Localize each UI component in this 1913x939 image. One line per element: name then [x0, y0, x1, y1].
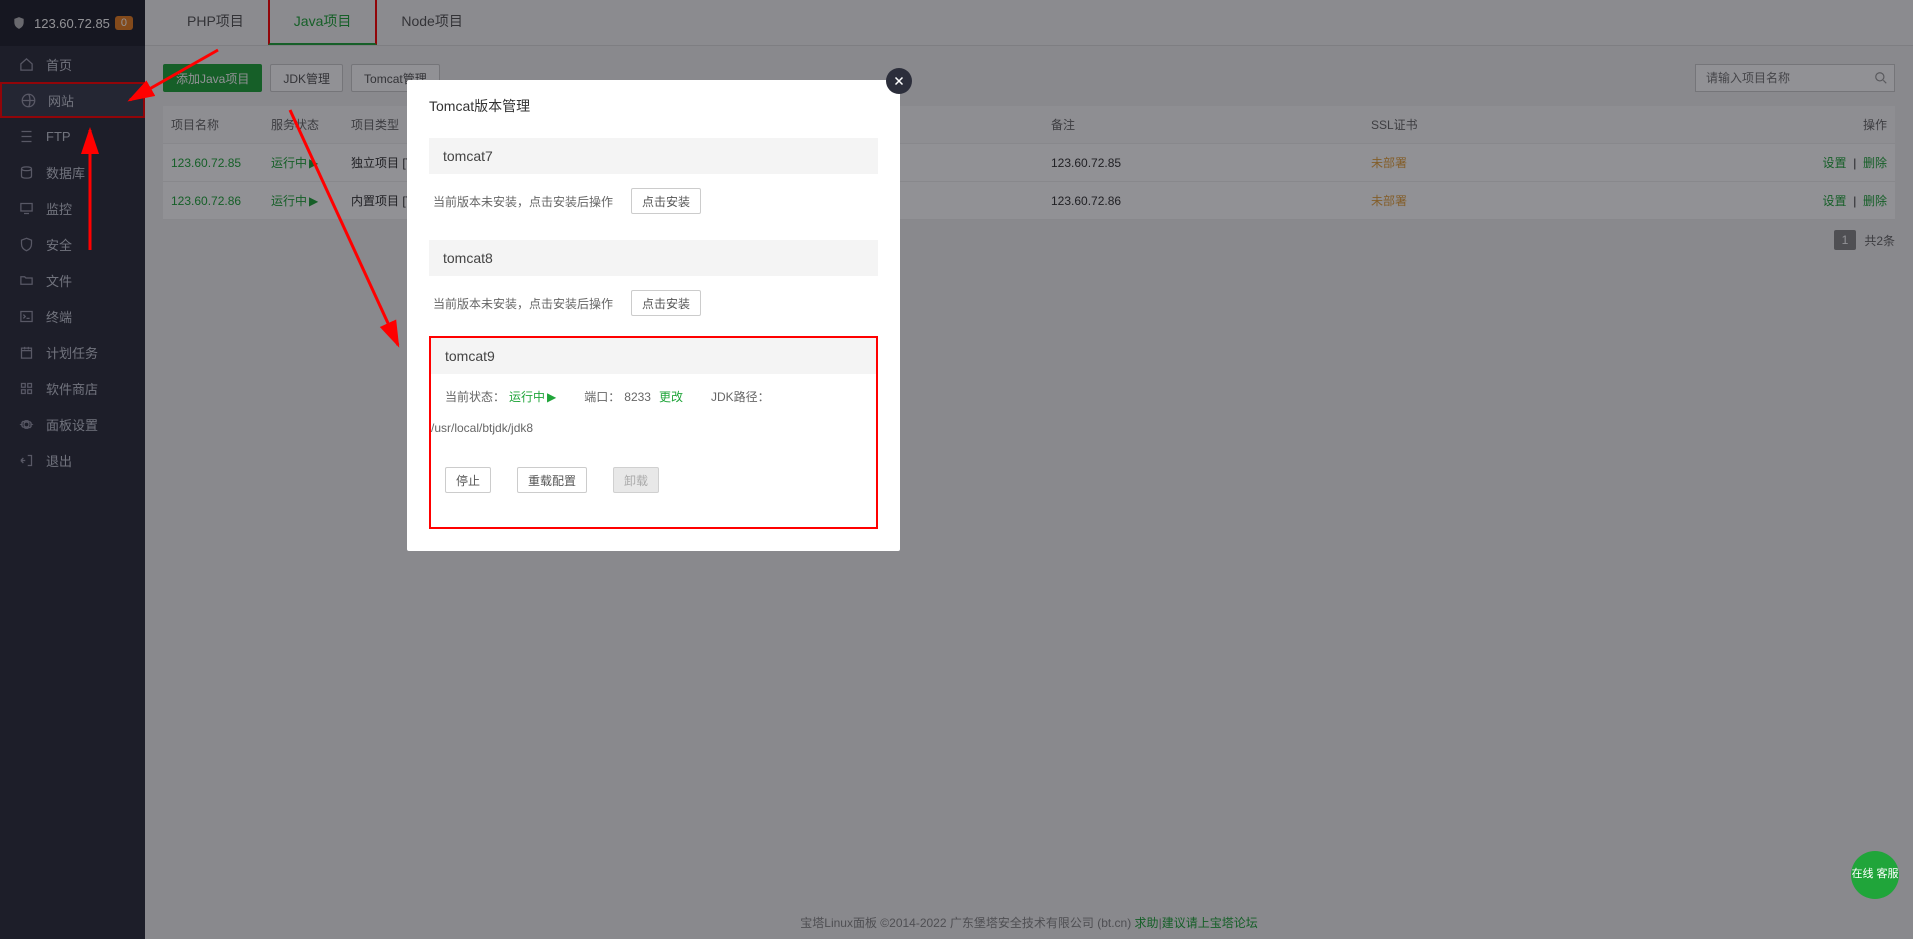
- modal-title: Tomcat版本管理: [407, 80, 900, 132]
- close-icon: [893, 75, 905, 87]
- tomcat9-port-value: 8233: [624, 390, 651, 404]
- tomcat7-block: tomcat7 当前版本未安装，点击安装后操作 点击安装: [429, 138, 878, 234]
- tomcat7-install-button[interactable]: 点击安装: [631, 188, 701, 214]
- tomcat8-block: tomcat8 当前版本未安装，点击安装后操作 点击安装: [429, 240, 878, 336]
- tomcat7-header: tomcat7: [429, 138, 878, 174]
- tomcat9-jdk-value: /usr/local/btjdk/jdk8: [431, 421, 533, 435]
- modal-overlay[interactable]: [0, 0, 1913, 939]
- tomcat9-port-change[interactable]: 更改: [659, 388, 683, 405]
- tomcat8-header: tomcat8: [429, 240, 878, 276]
- tomcat9-reload-button[interactable]: 重载配置: [517, 467, 587, 493]
- tomcat9-stop-button[interactable]: 停止: [445, 467, 491, 493]
- tomcat9-block: tomcat9 当前状态： 运行中▶ 端口： 8233 更改 JDK路径： /u…: [429, 336, 878, 529]
- tomcat9-jdk-label: JDK路径：: [711, 388, 770, 405]
- tomcat9-header: tomcat9: [431, 338, 876, 374]
- tomcat8-hint: 当前版本未安装，点击安装后操作: [433, 295, 613, 312]
- tomcat9-port-label: 端口：: [584, 388, 620, 405]
- tomcat8-install-button[interactable]: 点击安装: [631, 290, 701, 316]
- tomcat9-uninstall-button[interactable]: 卸载: [613, 467, 659, 493]
- tomcat-version-modal: Tomcat版本管理 tomcat7 当前版本未安装，点击安装后操作 点击安装 …: [407, 80, 900, 551]
- modal-close-button[interactable]: [886, 68, 912, 94]
- online-support-button[interactable]: 在线 客服: [1851, 851, 1899, 899]
- tomcat7-hint: 当前版本未安装，点击安装后操作: [433, 193, 613, 210]
- tomcat9-status-label: 当前状态：: [445, 388, 505, 405]
- tomcat9-status-value: 运行中▶: [509, 388, 556, 405]
